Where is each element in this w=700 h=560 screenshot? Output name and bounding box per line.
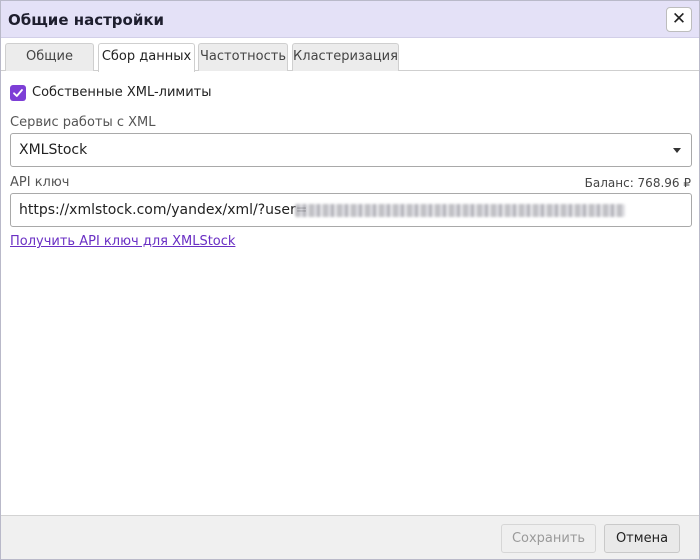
dialog-title: Общие настройки — [8, 11, 165, 29]
close-icon: ✕ — [671, 9, 687, 29]
api-key-value: https://xmlstock.com/yandex/xml/?user= — [19, 202, 308, 218]
tab-clustering[interactable]: Кластеризация — [292, 43, 399, 71]
api-key-input[interactable]: https://xmlstock.com/yandex/xml/?user= — [10, 193, 692, 227]
dialog-footer: Сохранить Отмена — [1, 515, 699, 559]
redacted-key-mask — [295, 204, 625, 217]
get-api-key-link[interactable]: Получить API ключ для XMLStock — [10, 234, 235, 249]
tab-data-collection[interactable]: Сбор данных — [98, 43, 195, 72]
service-select[interactable]: XMLStock — [10, 133, 692, 167]
settings-dialog: Общие настройки ✕ Общие Сбор данных Част… — [0, 0, 700, 560]
chevron-down-icon — [673, 148, 681, 153]
tab-general[interactable]: Общие — [5, 43, 94, 71]
dialog-titlebar: Общие настройки ✕ — [1, 1, 699, 38]
balance-text: Баланс: 768.96 ₽ — [584, 176, 691, 190]
cancel-button[interactable]: Отмена — [604, 524, 680, 553]
service-label: Сервис работы с XML — [10, 115, 156, 130]
checkmark-icon — [13, 89, 23, 97]
own-limits-label[interactable]: Собственные XML-лимиты — [32, 85, 212, 100]
service-select-value: XMLStock — [19, 142, 88, 158]
close-button[interactable]: ✕ — [666, 7, 692, 32]
api-key-label: API ключ — [10, 175, 70, 190]
save-button[interactable]: Сохранить — [501, 524, 596, 553]
tab-frequency[interactable]: Частотность — [198, 43, 288, 71]
own-limits-checkbox[interactable] — [10, 85, 26, 101]
tab-bar: Общие Сбор данных Частотность Кластериза… — [1, 38, 699, 72]
